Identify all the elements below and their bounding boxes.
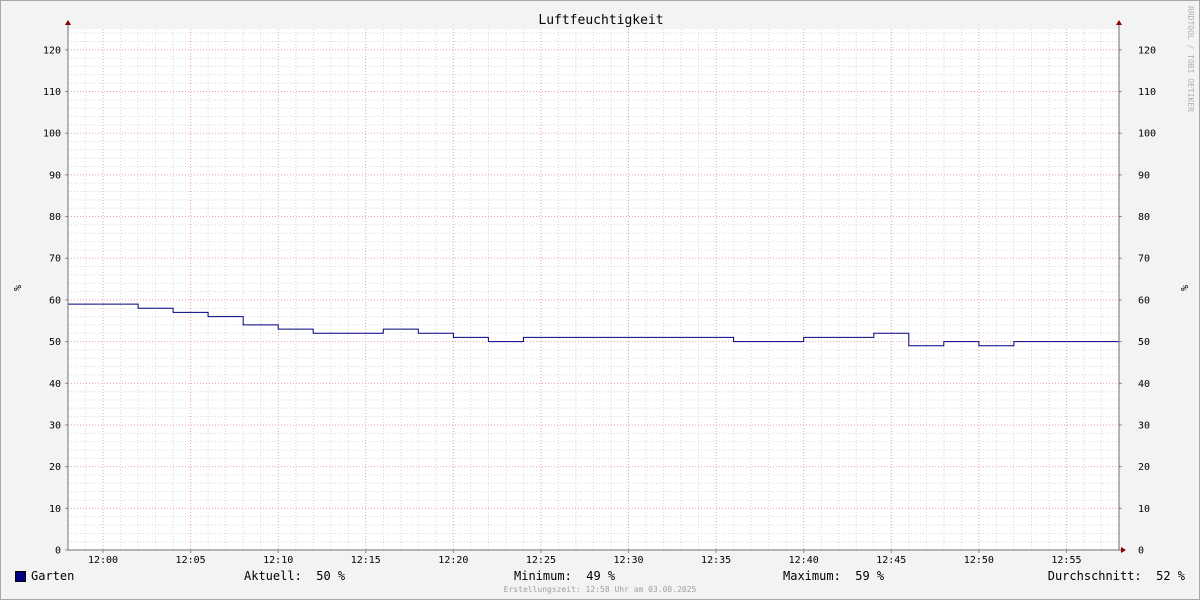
y-tick-label-right: 40 <box>1138 379 1150 390</box>
y-axis-label-right: % <box>1178 285 1189 291</box>
y-tick-label-left: 80 <box>49 212 61 223</box>
legend-series-name: Garten <box>31 569 75 583</box>
y-tick-label-left: 60 <box>49 295 61 306</box>
y-tick-label-left: 100 <box>43 129 61 140</box>
x-tick-label: 12:45 <box>876 555 906 566</box>
y-tick-label-right: 10 <box>1138 504 1150 515</box>
y-axis-label-left: % <box>11 285 22 291</box>
footer-timestamp: Erstellungszeit: 12:58 Uhr am 03.08.2025 <box>503 585 697 594</box>
y-tick-label-left: 40 <box>49 379 61 390</box>
y-tick-label-left: 0 <box>55 546 61 557</box>
x-tick-label: 12:30 <box>613 555 643 566</box>
y-tick-label-right: 120 <box>1138 45 1156 56</box>
y-tick-label-left: 120 <box>43 45 61 56</box>
x-tick-label: 12:10 <box>263 555 293 566</box>
y-tick-label-left: 110 <box>43 87 61 98</box>
y-tick-label-left: 20 <box>49 462 61 473</box>
y-tick-label-left: 50 <box>49 337 61 348</box>
y-tick-label-right: 80 <box>1138 212 1150 223</box>
y-tick-label-left: 70 <box>49 254 61 265</box>
x-tick-label: 12:40 <box>789 555 819 566</box>
y-tick-label-right: 60 <box>1138 295 1150 306</box>
x-tick-label: 12:25 <box>526 555 556 566</box>
y-tick-label-right: 50 <box>1138 337 1150 348</box>
x-tick-label: 12:00 <box>88 555 118 566</box>
y-tick-label-left: 90 <box>49 170 61 181</box>
legend-minimum: Minimum: 49 % <box>514 569 616 583</box>
legend-current: Aktuell: 50 % <box>244 569 346 583</box>
y-tick-label-right: 70 <box>1138 254 1150 265</box>
legend-average: Durchschnitt: 52 % <box>1047 569 1185 583</box>
x-tick-label: 12:55 <box>1051 555 1081 566</box>
y-axis-arrow-right <box>1116 20 1122 25</box>
legend-maximum: Maximum: 59 % <box>783 569 885 583</box>
x-tick-label: 12:50 <box>964 555 994 566</box>
legend-swatch <box>15 571 26 582</box>
x-tick-label: 12:05 <box>176 555 206 566</box>
y-axis-arrow-left <box>65 20 71 25</box>
watermark: RRDTOOL / TOBI OETIKER <box>1186 6 1195 112</box>
y-tick-label-right: 30 <box>1138 420 1150 431</box>
x-tick-label: 12:20 <box>438 555 468 566</box>
y-tick-label-right: 110 <box>1138 87 1156 98</box>
y-tick-label-right: 100 <box>1138 129 1156 140</box>
x-tick-label: 12:15 <box>351 555 381 566</box>
chart-title: Luftfeuchtigkeit <box>538 13 663 28</box>
y-tick-label-left: 10 <box>49 504 61 515</box>
graph-panel: 0 0 10 10 20 20 30 30 40 40 50 50 60 60 70 70 80 80 90 90 10… <box>0 0 1200 600</box>
x-axis-arrow <box>1121 547 1126 553</box>
y-tick-label-left: 30 <box>49 420 61 431</box>
x-tick-label: 12:35 <box>701 555 731 566</box>
y-tick-label-right: 20 <box>1138 462 1150 473</box>
y-tick-label-right: 0 <box>1138 546 1144 557</box>
y-tick-label-right: 90 <box>1138 170 1150 181</box>
chart: 0 0 10 10 20 20 30 30 40 40 50 50 60 60 70 70 80 80 90 90 10… <box>11 6 1195 566</box>
